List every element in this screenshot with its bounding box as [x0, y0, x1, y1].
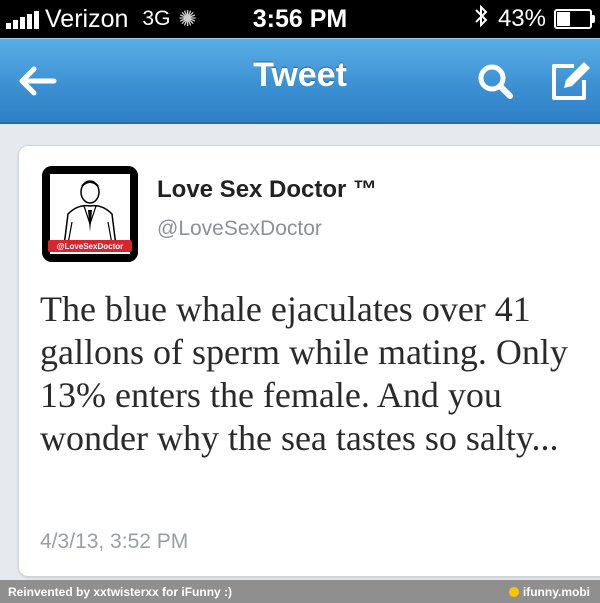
bluetooth-icon — [474, 4, 488, 35]
credit-text: Reinvented by xxtwisterxx for iFunny :) — [8, 585, 233, 599]
ifunny-icon — [508, 587, 519, 597]
avatar-badge-text: @LoveSexDoctor — [57, 242, 123, 251]
display-name[interactable]: Love Sex Doctor ™ — [157, 176, 377, 204]
status-bar: Verizon 3G ✺ 3:56 PM 43% — [0, 0, 600, 38]
tweet-card: @LoveSexDoctor Love Sex Doctor ™ @LoveSe… — [18, 145, 600, 577]
tweet-text: The blue whale ejaculates over 41 gallon… — [40, 289, 568, 458]
battery-percent: 43% — [497, 5, 546, 32]
site-text: ifunny.mobi — [522, 585, 590, 599]
avatar[interactable]: @LoveSexDoctor — [42, 166, 138, 262]
battery-fill — [557, 12, 570, 26]
nav-bar: Tweet — [0, 38, 600, 124]
search-icon[interactable] — [472, 58, 518, 104]
battery-icon — [554, 9, 595, 29]
compose-icon[interactable] — [548, 58, 594, 104]
status-right: 43% — [474, 4, 595, 35]
watermark-footer: Reinvented by xxtwisterxx for iFunny :) … — [0, 580, 600, 603]
user-handle[interactable]: @LoveSexDoctor — [157, 217, 322, 241]
tweet-timestamp: 4/3/13, 3:52 PM — [40, 530, 189, 553]
site-label: ifunny.mobi — [508, 585, 590, 599]
